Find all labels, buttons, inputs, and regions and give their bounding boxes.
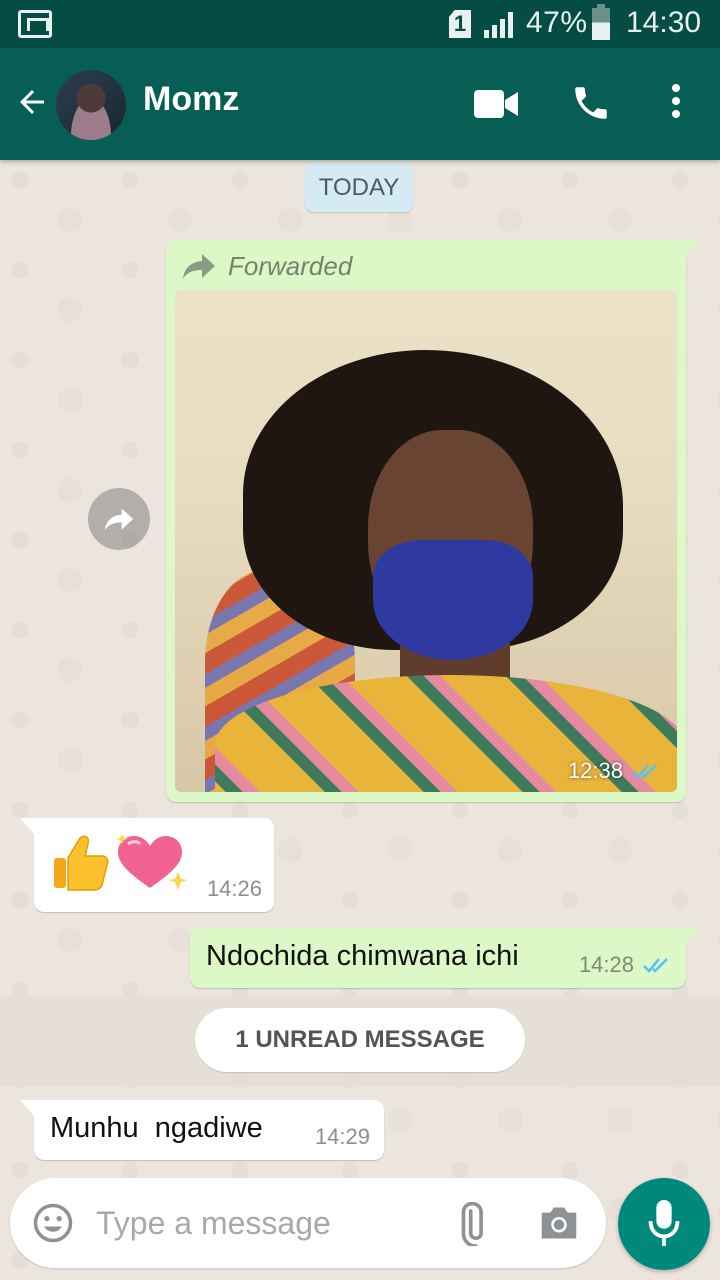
read-ticks-icon <box>632 764 657 779</box>
emoji-message-bubble[interactable]: 14:26 <box>20 818 274 912</box>
image-message-bubble[interactable]: Forwarded 12:38 <box>166 240 700 802</box>
unread-banner: 1 UNREAD MESSAGE <box>0 996 720 1086</box>
outgoing-text-bubble[interactable]: Ndochida chimwana ichi 14:28 <box>190 928 700 988</box>
emoji-message-time: 14:26 <box>206 876 262 901</box>
incoming-text-bubble[interactable]: Munhu ngadiwe 14:29 <box>20 1100 384 1160</box>
mic-icon <box>648 1200 680 1246</box>
contact-name[interactable]: Momz <box>143 80 239 119</box>
gallery-notification-icon <box>18 10 52 38</box>
battery-icon <box>592 4 610 40</box>
forwarded-text: Forwarded <box>228 250 353 281</box>
image-message-time: 12:38 <box>567 758 623 783</box>
attach-icon[interactable] <box>450 1202 494 1246</box>
phone-call-icon[interactable] <box>570 82 612 124</box>
photo-face-mask <box>373 540 533 660</box>
forwarded-icon <box>183 254 215 279</box>
sparkling-heart-emoji-icon <box>116 834 188 890</box>
camera-icon[interactable] <box>538 1204 580 1242</box>
outgoing-message-time: 14:28 <box>578 952 634 977</box>
read-ticks-icon <box>643 958 668 973</box>
voice-record-button[interactable] <box>618 1178 710 1270</box>
battery-percent: 47% <box>526 6 588 39</box>
date-chip: TODAY <box>305 164 413 212</box>
image-message-meta: 12:38 <box>568 758 661 784</box>
forwarded-label: Forwarded <box>182 248 352 284</box>
message-input[interactable] <box>96 1200 426 1246</box>
share-arrow-icon <box>104 508 134 531</box>
message-composer <box>10 1178 606 1268</box>
incoming-message-meta: 14:29 <box>315 1124 370 1150</box>
contact-avatar[interactable] <box>56 70 126 140</box>
emoji-row <box>54 834 188 891</box>
status-time: 14:30 <box>626 6 702 39</box>
forward-button[interactable] <box>88 488 150 550</box>
shared-photo[interactable]: 12:38 <box>175 290 677 792</box>
sim-slot-icon: 1 <box>449 10 471 38</box>
incoming-message-text: Munhu ngadiwe <box>50 1112 263 1144</box>
unread-count-label: 1 UNREAD MESSAGE <box>195 1008 525 1072</box>
video-call-icon[interactable] <box>474 90 518 118</box>
chat-area[interactable]: TODAY Forwarded 12:38 14:26 Ndochida chi… <box>0 160 720 1280</box>
status-bar: 1 47% 14:30 <box>0 0 720 48</box>
emoji-icon[interactable] <box>32 1202 74 1244</box>
more-options-icon[interactable] <box>668 84 684 124</box>
thumbs-up-emoji-icon <box>54 835 109 891</box>
outgoing-message-meta: 14:28 <box>579 952 672 978</box>
incoming-message-time: 14:29 <box>314 1124 370 1149</box>
outgoing-message-text: Ndochida chimwana ichi <box>206 940 519 972</box>
back-arrow-icon[interactable] <box>14 84 50 120</box>
chat-header: Momz <box>0 48 720 160</box>
signal-strength-icon <box>484 12 514 38</box>
